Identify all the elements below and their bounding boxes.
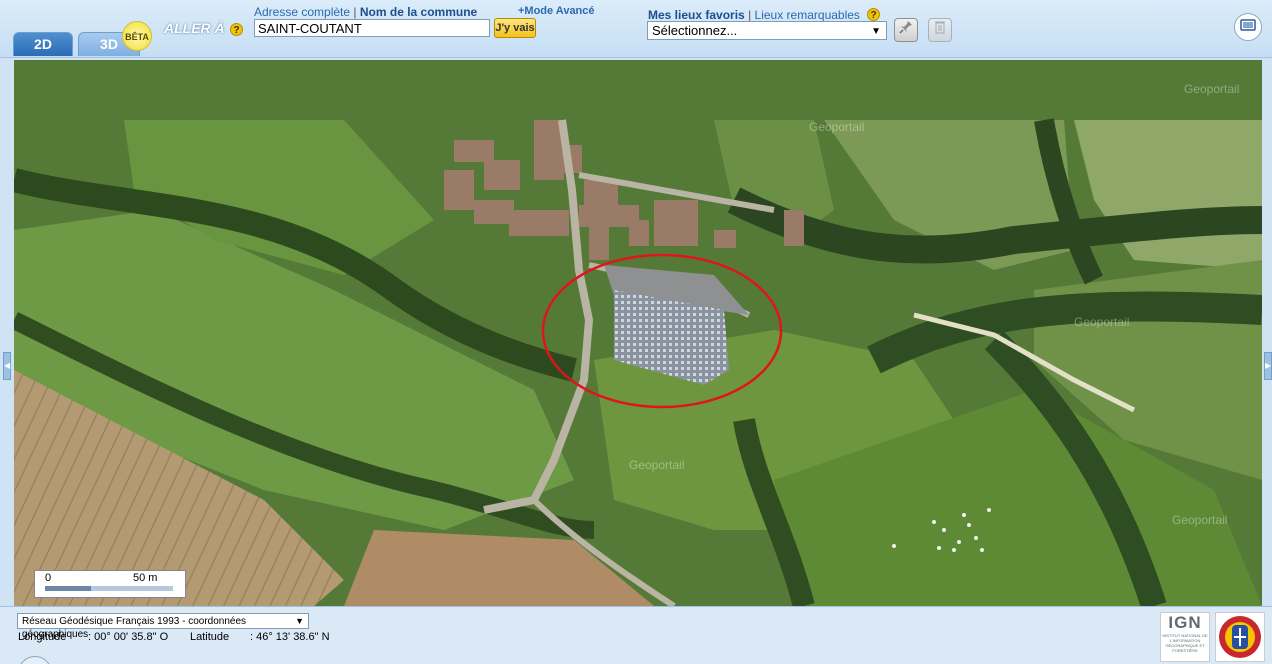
ign-logo[interactable]: IGN INSTITUT NATIONAL DE L'INFORMATION G… [1160,612,1210,662]
longitude-value: : 00° 00' 35.8" O [88,631,169,643]
beta-badge: BÊTA [122,21,152,51]
coordinates-panel: Réseau Géodésique Français 1993 - coordo… [0,606,1272,664]
goto-label: ALLER À [164,20,225,36]
search-input[interactable] [254,19,490,37]
favorites-links: Mes lieux favoris | Lieux remarquables [648,8,860,22]
longitude-label: Longitude [18,631,67,643]
ign-logo-subtext: INSTITUT NATIONAL DE L'INFORMATION GÉOGR… [1162,633,1208,653]
scale-zero-label: 0 [45,572,52,584]
map-watermark: Geoportail [809,120,865,134]
scale-bar: 0 50 m [34,570,186,598]
scale-bar-segment [45,586,91,591]
pin-button[interactable] [894,18,918,42]
chevron-down-icon: ▼ [871,26,881,37]
help-icon[interactable]: ? [867,8,880,21]
map-watermark: Geoportail [1184,82,1240,96]
favorites-select-value: Sélectionnez... [652,23,738,38]
scale-distance-label: 50 m [133,572,158,584]
latitude-value: : 46° 13' 38.6" N [250,631,330,643]
chevron-down-icon: ▼ [295,616,304,626]
right-panel-toggle[interactable]: ▶ [1264,352,1272,380]
pin-icon [899,21,913,37]
aerial-imagery [14,60,1262,606]
delete-button[interactable] [928,18,952,42]
top-toolbar: 2D 3D BÊTA ALLER À ? Adresse complète | … [0,0,1272,58]
separator: | [748,8,752,22]
screen-icon [1240,19,1256,35]
commune-name-link[interactable]: Nom de la commune [360,5,477,19]
map-watermark: Geoportail [1074,315,1130,329]
help-icon[interactable]: ? [230,23,243,36]
trash-icon [934,21,946,37]
left-panel-toggle[interactable]: ◀ [3,352,11,380]
ign-logo-text: IGN [1168,613,1202,632]
my-favorites-link[interactable]: Mes lieux favoris [648,8,745,22]
full-address-link[interactable]: Adresse complète [254,5,350,19]
favorites-select[interactable]: Sélectionnez... ▼ [647,21,887,40]
tab-2d[interactable]: 2D [13,32,73,56]
advanced-mode-link[interactable]: +Mode Avancé [518,5,595,17]
go-button[interactable]: J'y vais [494,18,536,38]
government-emblem-logo[interactable] [1215,612,1265,662]
scale-bar-segment [91,586,173,591]
aerial-map[interactable]: Geoportail Geoportail Geoportail Geoport… [14,60,1262,606]
latitude-label: Latitude [190,631,230,643]
map-watermark: Geoportail [1172,513,1228,527]
separator: | [353,5,357,19]
map-watermark: Geoportail [629,458,685,472]
address-mode-links: Adresse complète | Nom de la commune [254,5,477,19]
remarkable-places-link[interactable]: Lieux remarquables [755,8,860,22]
projection-select[interactable]: Réseau Géodésique Français 1993 - coordo… [17,613,309,640]
screen-button[interactable] [1234,13,1262,41]
